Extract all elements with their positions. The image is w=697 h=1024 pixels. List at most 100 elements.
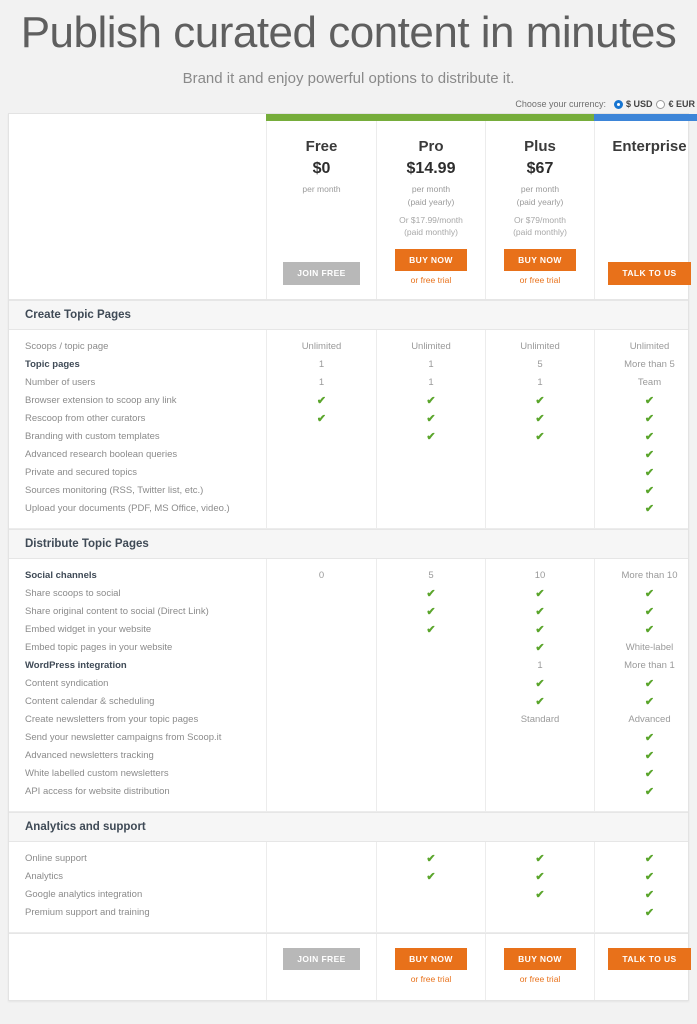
table-row: Advanced research boolean queries ✔ (9, 445, 688, 464)
table-row: Branding with custom templates ✔ ✔ ✔ (9, 427, 688, 446)
check-icon-glyph: ✔ (644, 749, 655, 762)
check-icon-glyph: ✔ (316, 412, 327, 425)
block-padding-bottom (9, 800, 688, 811)
buy-now-button-plus-top[interactable]: BUY NOW (504, 248, 576, 272)
feature-value-free (266, 710, 376, 729)
feature-value-enterprise: White-label (594, 638, 697, 657)
currency-option-usd[interactable]: $ USD (613, 99, 653, 110)
plan-card-plus: Plus $67 per month (paid yearly) Or $79/… (485, 121, 594, 299)
currency-option-usd-label: $ USD (625, 99, 653, 110)
feature-value-free (266, 602, 376, 621)
feature-value-pro (376, 656, 485, 675)
table-row: Sources monitoring (RSS, Twitter list, e… (9, 481, 688, 500)
bottom-cta-enterprise: TALK TO US (594, 933, 697, 1000)
plan-accent-bars (9, 114, 697, 122)
accent-bar-plus (485, 114, 594, 122)
pad-cell (376, 329, 485, 338)
join-free-button-bottom[interactable]: JOIN FREE (283, 947, 360, 971)
feature-value-plus: Standard (485, 710, 594, 729)
table-row: Share original content to social (Direct… (9, 602, 688, 621)
feature-value-plus (485, 728, 594, 747)
check-icon-glyph: ✔ (426, 430, 436, 443)
plan-price-plus: $67 (526, 159, 554, 177)
table-row: Number of users 1 1 1 Team (9, 373, 688, 392)
radio-eur-icon[interactable] (656, 99, 666, 109)
talk-to-us-button-top[interactable]: TALK TO US (608, 262, 691, 285)
feature-label: Topic pages (25, 358, 80, 370)
plan-note-free: per month (302, 184, 341, 195)
table-row: Google analytics integration ✔ ✔ (9, 885, 688, 904)
plan-price-pro: $14.99 (406, 159, 456, 177)
table-row: Advanced newsletters tracking ✔ (9, 746, 688, 765)
feature-value-plus: 5 (485, 355, 594, 374)
pad-cell (9, 801, 266, 811)
feature-label: Advanced newsletters tracking (25, 749, 154, 761)
join-free-button-top[interactable]: JOIN FREE (283, 262, 360, 285)
pad-cell (9, 518, 266, 528)
pad-cell (9, 842, 266, 850)
free-trial-link-pro-bottom[interactable]: or free trial (381, 975, 481, 984)
feature-value-free (266, 584, 376, 603)
pad-cell (266, 558, 376, 567)
plan-name-free: Free (305, 138, 338, 156)
plan-price-free: $0 (312, 159, 331, 177)
free-trial-link-plus-bottom[interactable]: or free trial (490, 975, 590, 984)
check-icon: ✔ (594, 602, 697, 621)
pad-cell (266, 841, 376, 850)
feature-value-free (266, 728, 376, 747)
feature-label: Advanced research boolean queries (25, 448, 178, 460)
buy-now-button-plus-bottom[interactable]: BUY NOW (504, 947, 576, 971)
currency-option-eur[interactable]: € EUR (656, 99, 695, 109)
table-row: Create newsletters from your topic pages… (9, 710, 688, 729)
accent-bar-pro (376, 114, 485, 122)
feature-value-free (266, 427, 376, 446)
page-title: Publish curated content in minutes (20, 8, 677, 57)
plan-header-spacer (9, 121, 266, 298)
check-icon: ✔ (594, 674, 697, 693)
pad-cell (266, 517, 376, 528)
check-icon-glyph: ✔ (535, 623, 545, 636)
pad-cell (9, 559, 266, 567)
free-trial-link-plus-top[interactable]: or free trial (504, 276, 576, 285)
plan-card-pro: Pro $14.99 per month (paid yearly) Or $1… (376, 121, 485, 299)
feature-value-free (266, 746, 376, 765)
check-icon: ✔ (485, 584, 594, 603)
buy-now-button-pro-top[interactable]: BUY NOW (395, 248, 467, 272)
check-icon-glyph: ✔ (644, 412, 655, 425)
feature-label: Send your newsletter campaigns from Scoo… (25, 731, 222, 743)
pad-cell (376, 841, 485, 850)
section-header: Create Topic Pages (9, 299, 688, 330)
check-icon: ✔ (485, 391, 594, 410)
check-icon-glyph: ✔ (535, 888, 545, 901)
pad-cell (376, 558, 485, 567)
feature-label: Analytics (25, 870, 64, 882)
feature-value-pro (376, 746, 485, 765)
plan-note2-plus-line2: (paid monthly) (513, 227, 567, 238)
bottom-cta-pro: BUY NOW or free trial (376, 933, 485, 1000)
plan-cta-wrap-pro: BUY NOW or free trial (395, 239, 467, 285)
feature-value-pro (376, 674, 485, 693)
pad-cell (594, 921, 697, 932)
talk-to-us-button-bottom[interactable]: TALK TO US (608, 947, 691, 971)
pad-cell (376, 517, 485, 528)
pad-cell (9, 330, 266, 338)
feature-label: Scoops / topic page (25, 340, 109, 352)
feature-label: Content calendar & scheduling (25, 695, 155, 707)
check-icon: ✔ (376, 409, 485, 428)
table-row: Online support ✔ ✔ ✔ (9, 849, 688, 868)
radio-usd-icon[interactable] (613, 99, 623, 109)
feature-value-plus (485, 782, 594, 801)
pad-cell (485, 800, 594, 811)
feature-block: Scoops / topic page Unlimited Unlimited Unl… (9, 329, 688, 529)
pad-cell (485, 517, 594, 528)
check-icon-glyph: ✔ (644, 695, 655, 708)
plan-card-free: Free $0 per month JOIN FREE (266, 121, 376, 299)
page-subtitle: Brand it and enjoy powerful options to d… (182, 70, 515, 88)
section-header: Distribute Topic Pages (9, 528, 688, 559)
pad-cell (266, 921, 376, 932)
table-row: Content syndication ✔ ✔ (9, 674, 688, 693)
buy-now-button-pro-bottom[interactable]: BUY NOW (395, 947, 467, 971)
plan-name-pro: Pro (418, 138, 444, 156)
free-trial-link-pro-top[interactable]: or free trial (395, 276, 467, 285)
bottom-cta-plus: BUY NOW or free trial (485, 933, 594, 1000)
